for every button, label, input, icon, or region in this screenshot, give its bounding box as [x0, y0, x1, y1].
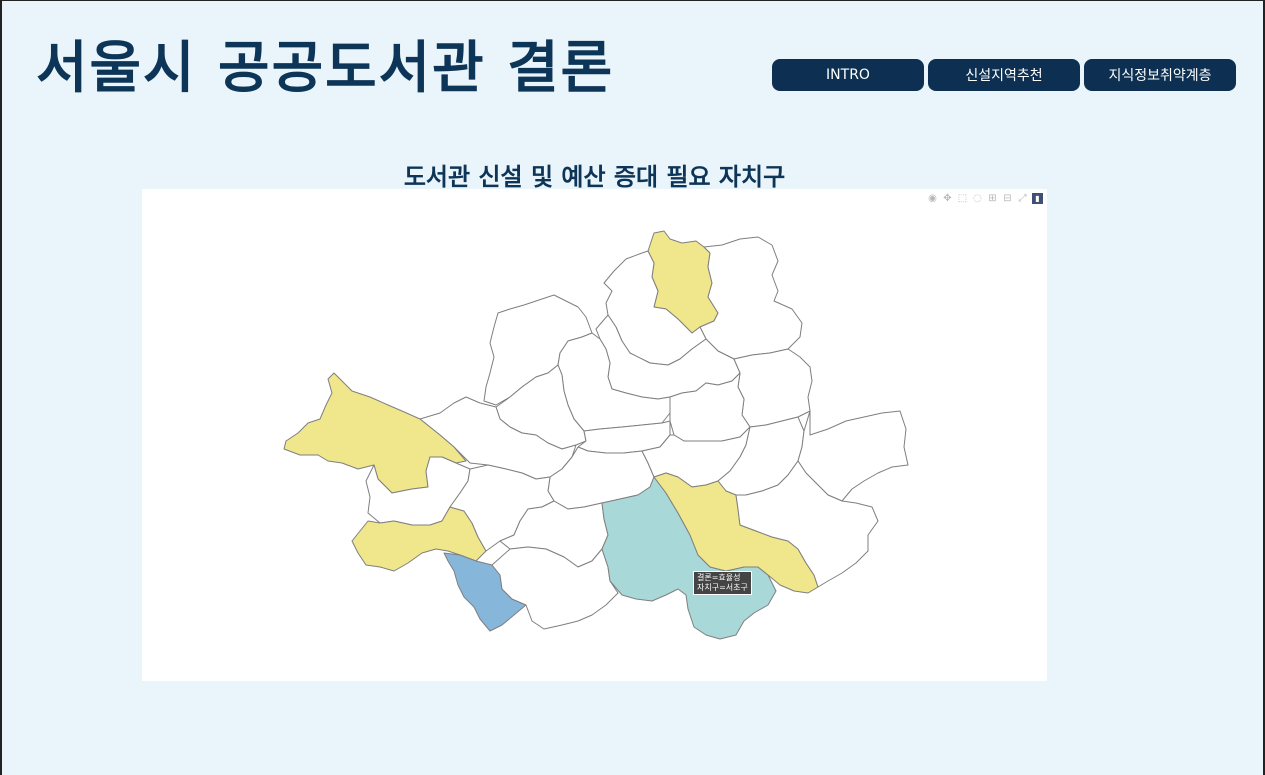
lasso-icon[interactable]: ◌ [972, 193, 983, 204]
modebar: ◉ ✥ ⬚ ◌ ⊞ ⊟ ⤢ ▮ [927, 193, 1043, 204]
autoscale-icon[interactable]: ⤢ [1017, 193, 1028, 204]
box-select-icon[interactable]: ⬚ [957, 193, 968, 204]
zoom-out-icon[interactable]: ⊟ [1002, 193, 1013, 204]
zoom-in-icon[interactable]: ⊞ [987, 193, 998, 204]
tooltip-line-district: 자치구=서초구 [697, 583, 748, 592]
district-jungnang[interactable] [733, 348, 813, 428]
vulnerable-group-button[interactable]: 지식정보취약계층 [1084, 59, 1236, 91]
page-title: 서울시 공공도서관 결론 [36, 36, 615, 101]
tooltip-line-conclusion: 결론=효율성 [697, 573, 741, 582]
top-nav: INTRO 신설지역추천 지식정보취약계층 [772, 59, 1236, 91]
camera-icon[interactable]: ◉ [927, 193, 938, 204]
plotly-logo[interactable]: ▮ [1032, 193, 1043, 204]
district-nowon[interactable] [699, 236, 803, 360]
recommend-region-button[interactable]: 신설지역추천 [928, 59, 1080, 91]
map-tooltip: 결론=효율성 자치구=서초구 [693, 571, 752, 595]
map-title: 도서관 신설 및 예산 증대 필요 자치구 [403, 163, 786, 191]
intro-button[interactable]: INTRO [772, 59, 924, 91]
seoul-district-map [283, 230, 909, 640]
map-panel: ◉ ✥ ⬚ ◌ ⊞ ⊟ ⤢ ▮ 결론=효율성 자치구=서초구 [142, 189, 1047, 681]
pan-icon[interactable]: ✥ [942, 193, 953, 204]
